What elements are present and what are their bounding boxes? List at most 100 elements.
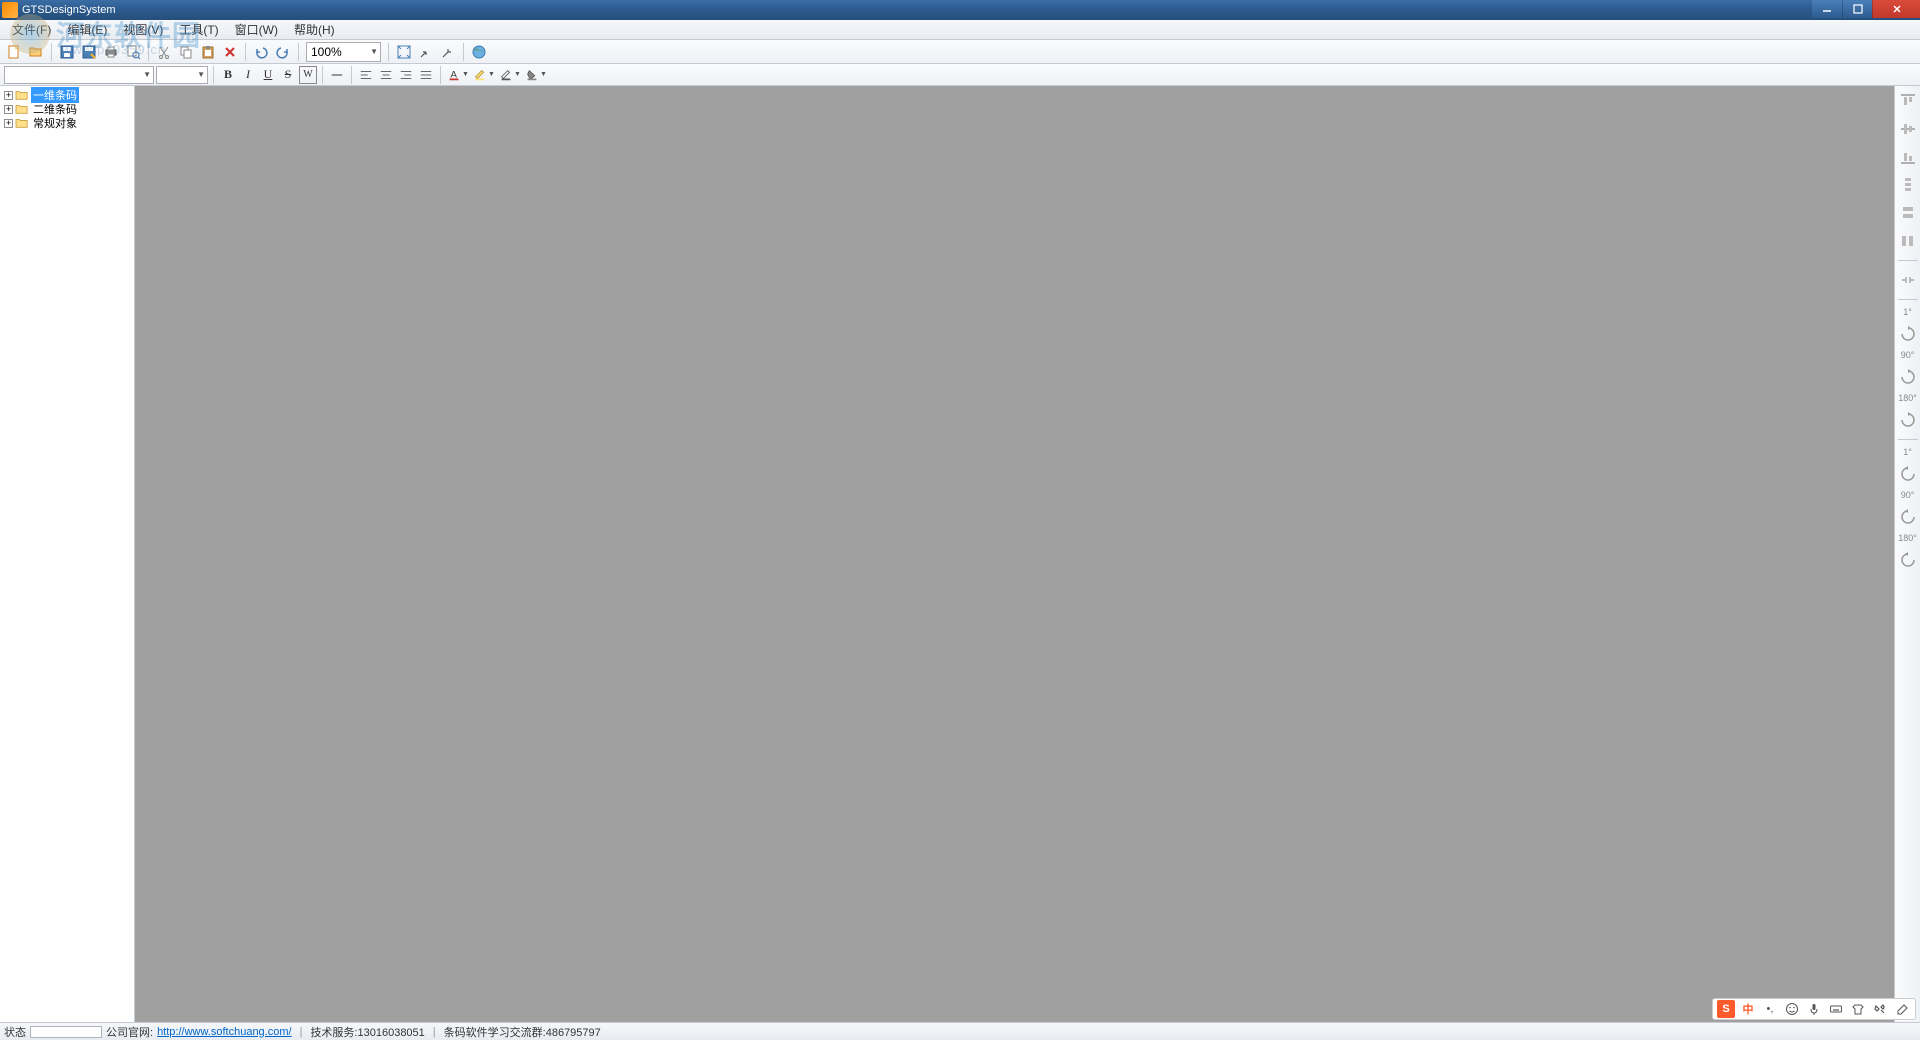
menu-tools[interactable]: 工具(T) [171,19,226,40]
cut-button[interactable] [154,42,174,62]
rotate-ccw-90-button[interactable] [1897,506,1919,528]
chevron-down-icon: ▼ [143,70,151,79]
print-preview-button[interactable] [123,42,143,62]
highlight-color-button[interactable]: ▼ [472,66,496,84]
copy-button[interactable] [176,42,196,62]
rotate-cw-1-button[interactable] [1897,323,1919,345]
zoom-in-button[interactable] [438,42,458,62]
align-bottom-button[interactable] [1897,146,1919,168]
paste-button[interactable] [198,42,218,62]
rotate-1-label: 1° [1903,308,1912,317]
distribute-v-button[interactable] [1897,174,1919,196]
hr-button[interactable] [328,66,346,84]
design-canvas[interactable] [135,86,1894,1022]
italic-button[interactable]: I [239,66,257,84]
menu-help[interactable]: 帮助(H) [286,19,343,40]
same-height-button[interactable] [1897,230,1919,252]
print-button[interactable] [101,42,121,62]
toolbar-separator [351,66,352,84]
save-button[interactable] [57,42,77,62]
minimize-button[interactable] [1812,0,1842,18]
toolbar-separator [213,66,214,84]
toolbar-separator [440,66,441,84]
bold-button[interactable]: B [219,66,237,84]
border-color-button[interactable]: ▼ [498,66,522,84]
undo-button[interactable] [251,42,271,62]
rotate-ccw-1-label: 1° [1903,448,1912,457]
toolbar-separator [148,43,149,61]
align-top-button[interactable] [1897,90,1919,112]
status-bar: 状态 公司官网: http://www.softchuang.com/ | 技术… [0,1022,1920,1040]
format-toolbar: ▼ ▼ B I U S W A▼ ▼ ▼ ▼ [0,64,1920,86]
delete-button[interactable] [220,42,240,62]
chevron-down-icon: ▼ [514,71,521,78]
close-button[interactable] [1872,0,1920,18]
menu-view[interactable]: 视图(V) [115,19,171,40]
menu-window[interactable]: 窗口(W) [227,19,286,40]
tree-node-common-object[interactable]: + 常规对象 [2,116,132,130]
fit-button[interactable] [394,42,414,62]
zoom-combo[interactable]: 100%▼ [306,42,381,62]
tree-node-1d-barcode[interactable]: + 一维条码 [2,88,132,102]
tree-node-2d-barcode[interactable]: + 二维条码 [2,102,132,116]
zoom-out-button[interactable] [416,42,436,62]
globe-button[interactable] [469,42,489,62]
ime-punct-button[interactable]: •, [1761,1000,1779,1018]
fill-color-button[interactable]: ▼ [524,66,548,84]
status-separator: | [300,1026,303,1038]
open-button[interactable] [26,42,46,62]
spacing-button[interactable] [1897,269,1919,291]
redo-button[interactable] [273,42,293,62]
rotate-cw-180-button[interactable] [1897,409,1919,431]
menu-edit[interactable]: 编辑(E) [59,19,115,40]
strikethrough-button[interactable]: S [279,66,297,84]
rotate-90-label: 90° [1901,351,1915,360]
menu-file[interactable]: 文件(F) [4,19,59,40]
main-toolbar: 100%▼ [0,40,1920,64]
rotate-ccw-1-button[interactable] [1897,463,1919,485]
underline-button[interactable]: U [259,66,277,84]
toolbar-separator [463,43,464,61]
same-width-button[interactable] [1897,202,1919,224]
ime-emoji-button[interactable] [1783,1000,1801,1018]
wrap-button[interactable]: W [299,66,317,84]
maximize-button[interactable] [1842,0,1872,18]
new-button[interactable] [4,42,24,62]
expand-icon[interactable]: + [4,119,13,128]
font-size-combo[interactable]: ▼ [156,66,208,84]
rotate-ccw-180-button[interactable] [1897,549,1919,571]
align-right-button[interactable] [397,66,415,84]
tree-panel: + 一维条码 + 二维条码 + 常规对象 [0,86,135,1022]
ime-voice-button[interactable] [1805,1000,1823,1018]
expand-icon[interactable]: + [4,105,13,114]
status-label: 状态 [4,1024,26,1040]
align-center-button[interactable] [377,66,395,84]
window-title: GTSDesignSystem [22,4,116,16]
ime-lang-button[interactable]: 中 [1739,1000,1757,1018]
rotate-180-label: 180° [1898,394,1917,403]
save-as-button[interactable] [79,42,99,62]
right-toolbar: 1° 90° 180° 1° 90° 180° [1894,86,1920,1022]
align-justify-button[interactable] [417,66,435,84]
company-label: 公司官网: [106,1024,153,1040]
toolbar-separator [388,43,389,61]
ime-skin-button[interactable] [1849,1000,1867,1018]
ime-toolbox-button[interactable] [1871,1000,1889,1018]
font-family-combo[interactable]: ▼ [4,66,154,84]
company-url-link[interactable]: http://www.softchuang.com/ [157,1026,292,1038]
font-color-button[interactable]: A▼ [446,66,470,84]
rotate-cw-90-button[interactable] [1897,366,1919,388]
ime-settings-button[interactable] [1893,1000,1911,1018]
expand-icon[interactable]: + [4,91,13,100]
ime-keyboard-button[interactable] [1827,1000,1845,1018]
title-bar: GTSDesignSystem [0,0,1920,20]
menu-bar: 文件(F) 编辑(E) 视图(V) 工具(T) 窗口(W) 帮助(H) [0,20,1920,40]
align-left-button[interactable] [357,66,375,84]
toolbar-separator [322,66,323,84]
align-middle-button[interactable] [1897,118,1919,140]
toolbar-separator [1898,260,1918,261]
status-separator: | [433,1026,436,1038]
chevron-down-icon: ▼ [488,71,495,78]
tree-label: 常规对象 [31,115,79,131]
ime-logo-button[interactable]: S [1717,1000,1735,1018]
